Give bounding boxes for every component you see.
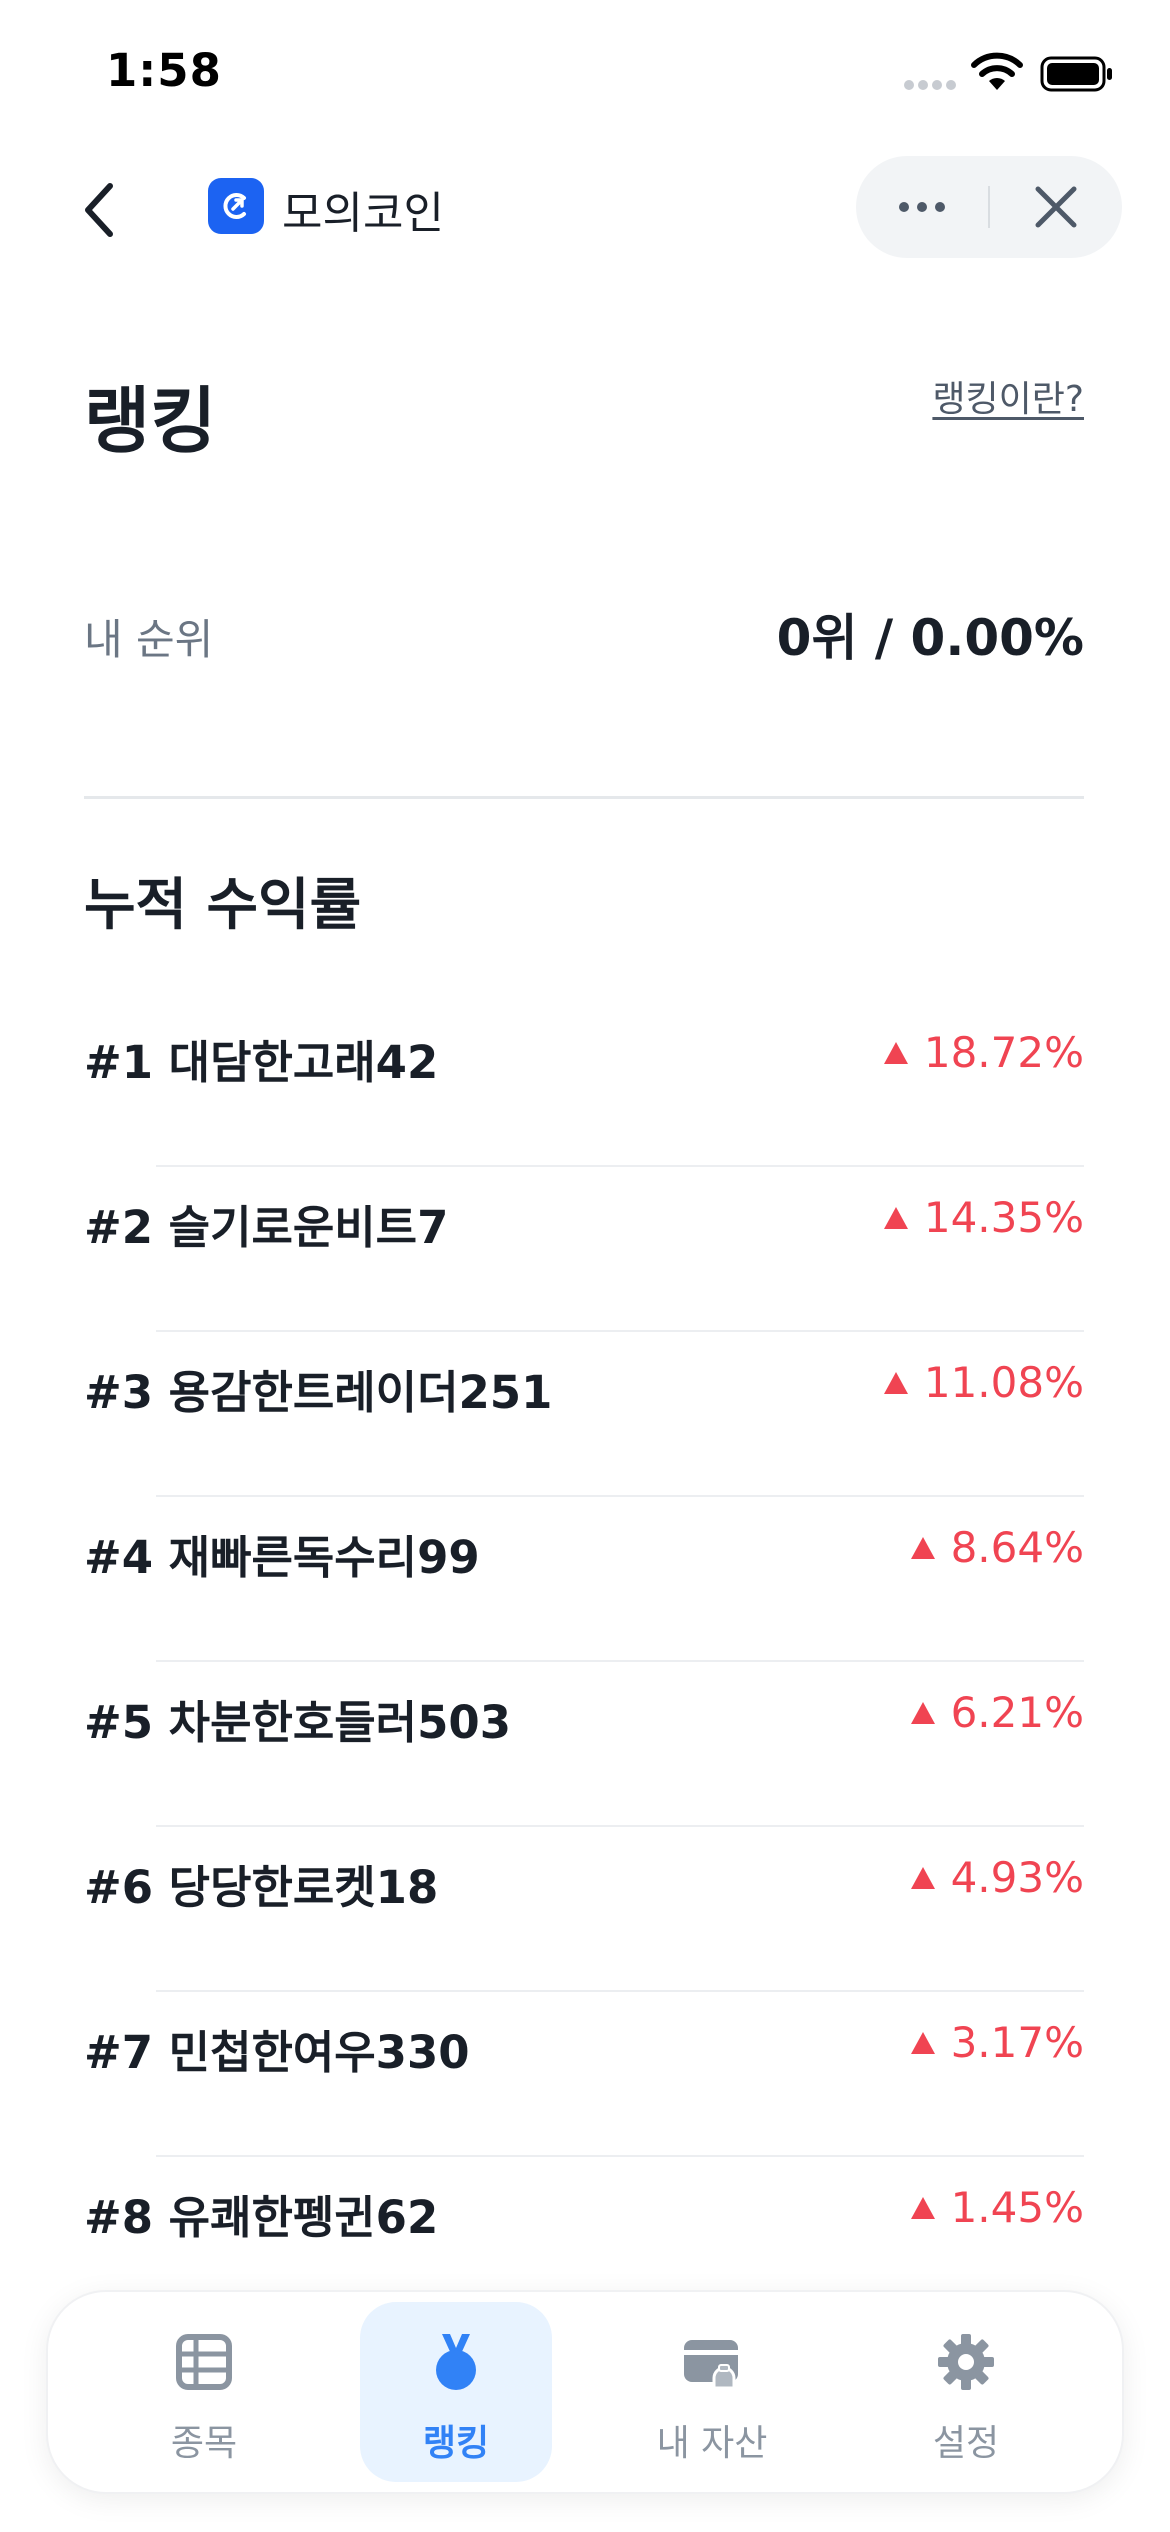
medal-icon [436,2334,476,2390]
cellular-signal-icon [904,80,956,90]
section-title: 누적 수익률 [84,873,362,938]
ranking-name: #1 대담한고래42 [84,1036,439,1089]
gear-icon [938,2334,994,2390]
ranking-name: #6 당당한로켓18 [84,1861,439,1914]
close-button[interactable] [990,156,1122,258]
status-time: 1:58 [106,44,222,97]
ranking-name: #4 재빠른독수리99 [84,1531,480,1584]
table-icon [176,2334,232,2390]
tab-my-assets[interactable]: 내 자산 [616,2302,808,2482]
wallet-icon [684,2340,738,2390]
page-title: 랭킹 [84,379,217,463]
more-horizontal-icon [899,202,945,212]
status-bar: 1:58 [0,0,1170,150]
nav-bar: 모의코인 [0,150,1170,270]
section-divider [84,796,1084,799]
ranking-change: 6.21% [910,1688,1084,1737]
tab-label: 설정 [932,2423,1000,2464]
up-arrow-icon [910,1536,935,1559]
ranking-percent: 18.72% [923,1028,1084,1077]
up-arrow-icon [883,1206,908,1229]
ranking-percent: 11.08% [923,1358,1084,1407]
bottom-tab-bar: 종목 랭킹 내 자산 설정 [48,2292,1122,2492]
ranking-change: 4.93% [910,1853,1084,1902]
back-button[interactable] [60,172,136,248]
ranking-row[interactable]: #5 차분한호들러503 6.21% [0,1662,1170,1827]
coin-app-icon [208,178,264,234]
tab-settings[interactable]: 설정 [870,2302,1062,2482]
ranking-change: 3.17% [910,2018,1084,2067]
ranking-row[interactable]: #6 당당한로켓18 4.93% [0,1827,1170,1992]
chevron-left-icon [85,183,113,237]
tab-ranking[interactable]: 랭킹 [360,2302,552,2482]
ranking-change: 11.08% [883,1358,1084,1407]
app-title: 모의코인 [282,188,444,239]
more-button[interactable] [856,156,988,258]
ranking-name: #8 유쾌한펭귄62 [84,2191,439,2244]
ranking-percent: 3.17% [950,2018,1084,2067]
nav-action-pill [856,156,1122,258]
ranking-row[interactable]: #4 재빠른독수리99 8.64% [0,1497,1170,1662]
up-arrow-icon [910,1701,935,1724]
up-arrow-icon [910,1866,935,1889]
tab-label: 랭킹 [422,2423,490,2464]
up-arrow-icon [883,1371,908,1394]
my-rank-label: 내 순위 [84,615,214,664]
ranking-change: 1.45% [910,2183,1084,2232]
up-arrow-icon [910,2196,935,2219]
ranking-percent: 1.45% [950,2183,1084,2232]
ranking-percent: 4.93% [950,1853,1084,1902]
ranking-percent: 8.64% [950,1523,1084,1572]
ranking-name: #7 민첩한여우330 [84,2026,470,2079]
ranking-row[interactable]: #3 용감한트레이더251 11.08% [0,1332,1170,1497]
ranking-change: 18.72% [883,1028,1084,1077]
ranking-row[interactable]: #7 민첩한여우330 3.17% [0,1992,1170,2157]
my-rank-value: 0위 / 0.00% [776,609,1084,667]
ranking-row[interactable]: #1 대담한고래42 18.72% [0,1002,1170,1167]
up-arrow-icon [883,1041,908,1064]
ranking-percent: 6.21% [950,1688,1084,1737]
ranking-row[interactable]: #2 슬기로운비트7 14.35% [0,1167,1170,1332]
tab-label: 내 자산 [656,2423,768,2464]
ranking-change: 8.64% [910,1523,1084,1572]
tab-label: 종목 [170,2423,238,2464]
up-arrow-icon [910,2031,935,2054]
ranking-name: #3 용감한트레이더251 [84,1366,553,1419]
ranking-help-link[interactable]: 랭킹이란? [932,370,1084,422]
tab-stocks[interactable]: 종목 [108,2302,300,2482]
close-icon [1035,186,1077,228]
battery-icon [1040,56,1112,92]
wifi-icon [971,52,1023,90]
ranking-name: #5 차분한호들러503 [84,1696,512,1749]
ranking-name: #2 슬기로운비트7 [84,1201,449,1254]
ranking-percent: 14.35% [923,1193,1084,1242]
ranking-change: 14.35% [883,1193,1084,1242]
